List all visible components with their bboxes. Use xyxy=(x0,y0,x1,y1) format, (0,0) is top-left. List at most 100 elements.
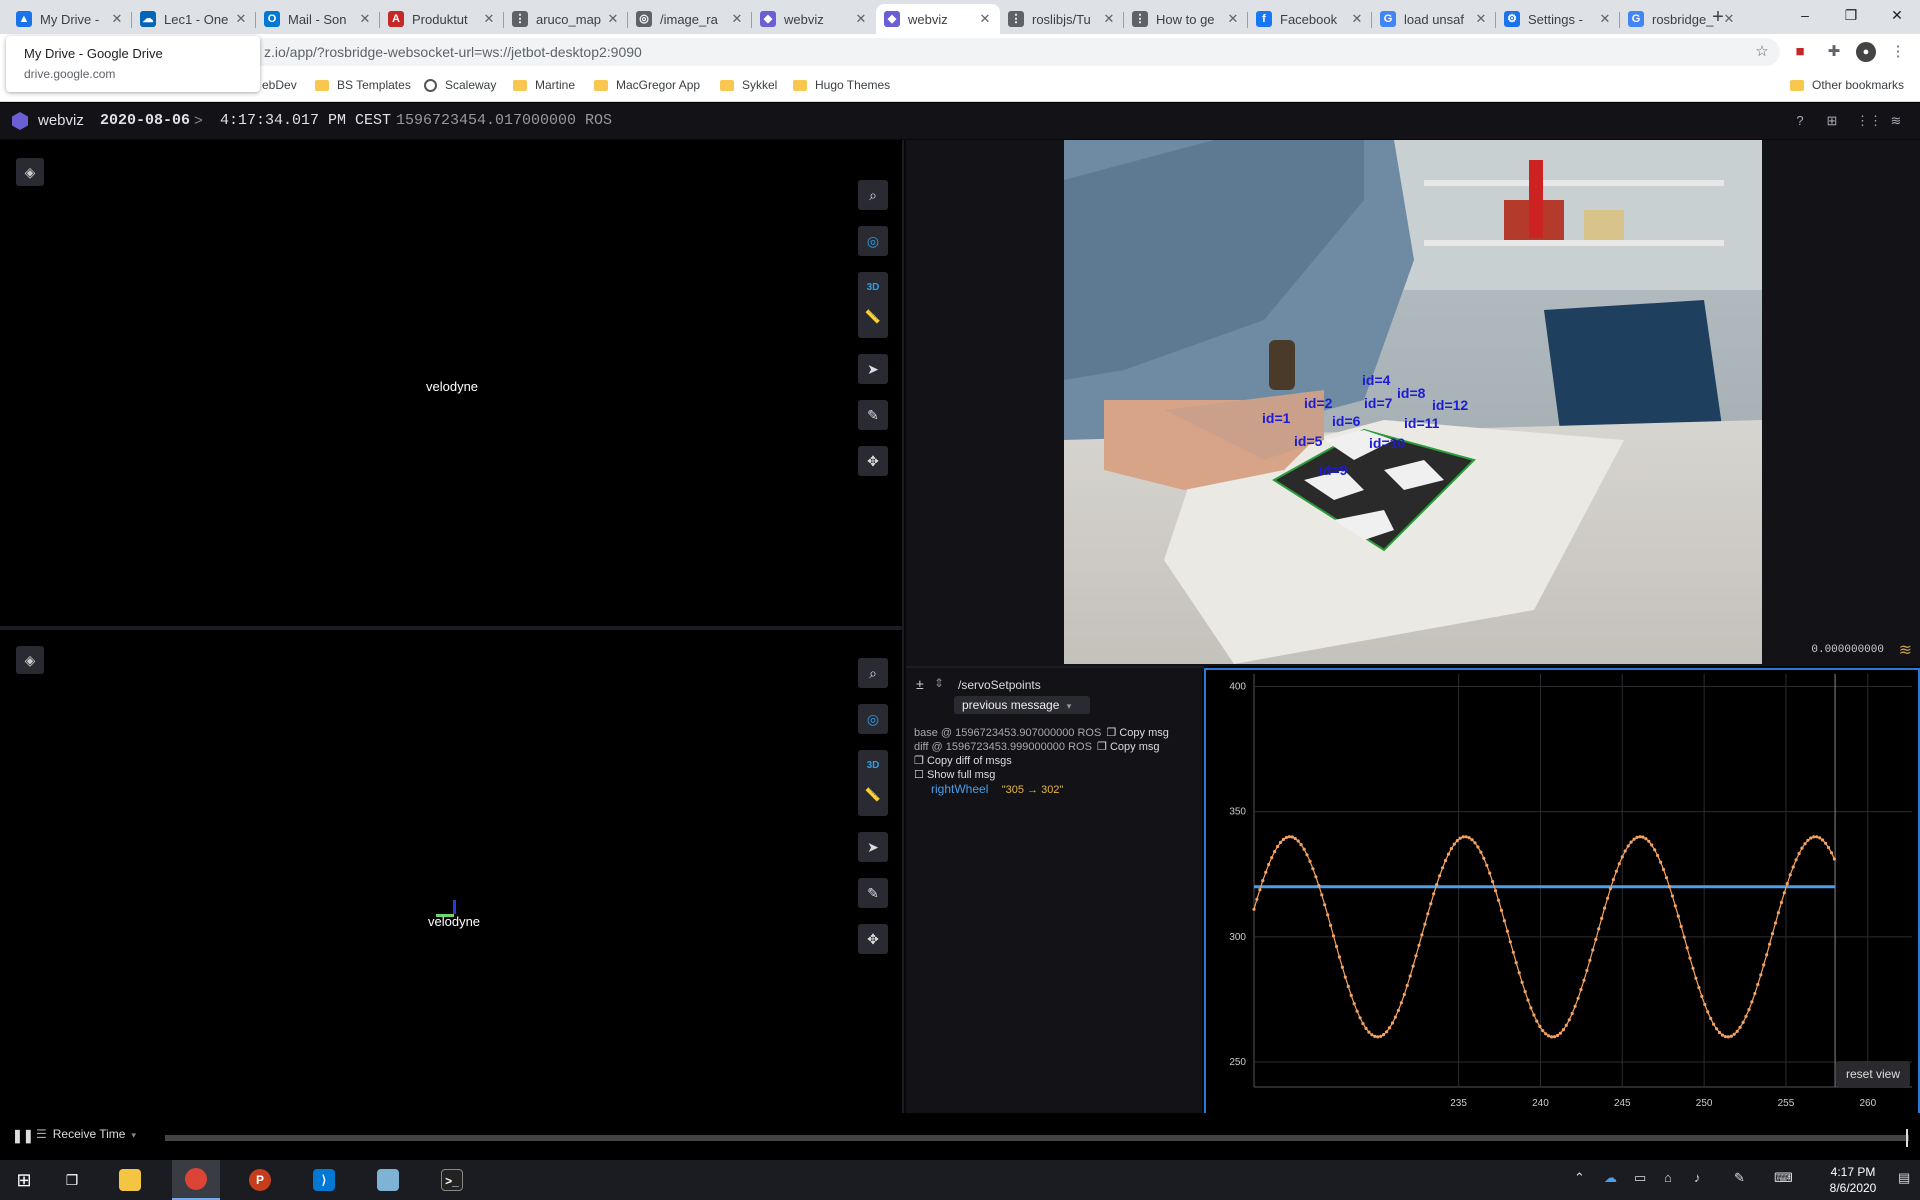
3d-panel-top[interactable]: ◈ velodyne ⌕ ◎ 3D 📏 ➤ ✎ ✥ xyxy=(0,140,904,626)
close-icon[interactable]: ✕ xyxy=(234,11,248,27)
powerpoint-icon[interactable]: P xyxy=(236,1160,284,1200)
chrome-icon[interactable] xyxy=(172,1160,220,1200)
pencil-icon[interactable]: ✎ xyxy=(858,878,888,908)
close-icon[interactable]: ✕ xyxy=(358,11,372,27)
select-cursor-icon[interactable]: ➤ xyxy=(858,832,888,862)
browser-tab[interactable]: O Mail - Son ✕ xyxy=(256,4,380,34)
address-bar[interactable]: z.io/app/?rosbridge-websocket-url=ws://j… xyxy=(250,38,1780,66)
start-icon[interactable]: ⊞ xyxy=(0,1160,48,1200)
onedrive-tray-icon[interactable]: ☁ xyxy=(1604,1170,1617,1186)
copy-diff-of-msgs-button[interactable]: ❐ Copy diff of msgs xyxy=(914,754,1012,767)
close-icon[interactable]: ✕ xyxy=(482,11,496,27)
extension-red-icon[interactable]: ■ xyxy=(1790,42,1810,62)
close-window-icon[interactable]: ✕ xyxy=(1874,0,1920,30)
battery-icon[interactable]: ▭ xyxy=(1634,1170,1646,1186)
keyboard-icon[interactable]: ⌨ xyxy=(1774,1170,1793,1186)
3d-panel-bottom[interactable]: ◈ velodyne ⌕ ◎ 3D 📏 ➤ ✎ ✥ xyxy=(0,630,904,1113)
close-icon[interactable]: ✕ xyxy=(110,11,124,27)
pen-icon[interactable]: ✎ xyxy=(1734,1170,1745,1186)
pencil-icon[interactable]: ✎ xyxy=(858,400,888,430)
bookmark-item[interactable]: BS Templates xyxy=(315,78,411,92)
bookmark-item[interactable]: ebDev xyxy=(262,78,297,92)
copy-diff-button[interactable]: ❐ Copy msg xyxy=(1097,741,1159,753)
close-icon[interactable]: ✕ xyxy=(854,11,868,27)
notification-icon[interactable]: ▤ xyxy=(1898,1170,1910,1186)
pause-icon[interactable]: ❚❚ xyxy=(12,1128,34,1144)
close-icon[interactable]: ✕ xyxy=(730,11,744,27)
expand-collapse-icon[interactable]: ⇕ xyxy=(934,676,944,690)
volume-icon[interactable]: ♪ xyxy=(1694,1170,1701,1185)
taskbar-clock[interactable]: 4:17 PM 8/6/2020 xyxy=(1818,1164,1888,1196)
topic-name[interactable]: /servoSetpoints xyxy=(958,678,1041,692)
close-icon[interactable]: ✕ xyxy=(1102,11,1116,27)
help-icon[interactable]: ? xyxy=(1792,113,1808,129)
bookmark-item[interactable]: Martine xyxy=(513,78,575,92)
browser-menu-icon[interactable]: ⋮ xyxy=(1888,42,1908,62)
browser-tab[interactable]: ⋮ aruco_map ✕ xyxy=(504,4,628,34)
tray-overflow-icon[interactable]: ⌃ xyxy=(1574,1170,1585,1186)
browser-tab[interactable]: ◆ webviz ✕ xyxy=(752,4,876,34)
close-icon[interactable]: ✕ xyxy=(606,11,620,27)
close-icon[interactable]: ✕ xyxy=(1226,11,1240,27)
playback-scrubber[interactable] xyxy=(165,1135,1909,1141)
diff-mode-dropdown[interactable]: previous message ▾ xyxy=(954,696,1090,714)
vscode-icon[interactable]: ⟩ xyxy=(300,1160,348,1200)
extensions-puzzle-icon[interactable]: ✚ xyxy=(1824,42,1844,62)
target-icon[interactable]: ◎ xyxy=(858,704,888,734)
search-icon[interactable]: ⌕ xyxy=(858,658,888,688)
ruler-icon[interactable]: 📏 xyxy=(858,787,888,803)
terminal-icon[interactable]: >_ xyxy=(428,1160,476,1200)
header-time[interactable]: 4:17:34.017 PM CEST xyxy=(220,112,391,129)
other-bookmarks[interactable]: Other bookmarks xyxy=(1790,78,1904,92)
plot-panel[interactable]: 235 240 245 250 255 260 250 300 350 400 reset vie… xyxy=(1204,668,1920,1115)
bookmark-item[interactable]: MacGregor App xyxy=(594,78,700,92)
bookmark-item[interactable]: Hugo Themes xyxy=(793,78,890,92)
target-icon[interactable]: ◎ xyxy=(858,226,888,256)
browser-tab[interactable]: ⋮ roslibjs/Tu ✕ xyxy=(1000,4,1124,34)
ruler-icon[interactable]: 📏 xyxy=(858,309,888,325)
browser-tab[interactable]: ◆ webviz ✕ xyxy=(876,4,1000,34)
reset-view-button[interactable]: reset view xyxy=(1835,1061,1910,1087)
time-mode-dropdown[interactable]: ☰ Receive Time ▾ xyxy=(36,1127,136,1141)
image-menu-icon[interactable]: ≋ xyxy=(1899,640,1912,660)
show-full-msg-checkbox[interactable]: ☐ Show full msg xyxy=(914,768,995,781)
new-tab-button[interactable]: + xyxy=(1706,6,1730,30)
move-icon[interactable]: ✥ xyxy=(858,924,888,954)
3d-mode-toggle[interactable]: 3D 📏 xyxy=(858,272,888,338)
maximize-icon[interactable]: ❐ xyxy=(1828,0,1874,30)
close-icon[interactable]: ✕ xyxy=(1474,11,1488,27)
browser-tab[interactable]: ⚙ Settings - ✕ xyxy=(1496,4,1620,34)
move-icon[interactable]: ✥ xyxy=(858,446,888,476)
notepad-icon[interactable] xyxy=(364,1160,412,1200)
browser-tab[interactable]: A Produktut ✕ xyxy=(380,4,504,34)
layers-icon[interactable]: ◈ xyxy=(16,646,44,674)
close-icon[interactable]: ✕ xyxy=(1598,11,1612,27)
search-icon[interactable]: ⌕ xyxy=(858,180,888,210)
layers-icon[interactable]: ◈ xyxy=(16,158,44,186)
browser-tab[interactable]: ⋮ How to ge ✕ xyxy=(1124,4,1248,34)
browser-tab[interactable]: f Facebook ✕ xyxy=(1248,4,1372,34)
data-sources-icon[interactable]: ≋ xyxy=(1888,113,1904,129)
diff-toggle-icon[interactable]: ± xyxy=(916,676,924,692)
browser-tab[interactable]: ☁ Lec1 - One ✕ xyxy=(132,4,256,34)
bookmark-star-icon[interactable]: ☆ xyxy=(1752,42,1772,62)
minimize-icon[interactable]: – xyxy=(1782,0,1828,30)
close-icon[interactable]: ✕ xyxy=(1350,11,1364,27)
add-panel-icon[interactable]: ⊞ xyxy=(1824,113,1840,129)
3d-mode-toggle[interactable]: 3D 📏 xyxy=(858,750,888,816)
bookmark-item[interactable]: Sykkel xyxy=(720,78,777,92)
layout-grid-icon[interactable]: ⋮⋮ xyxy=(1856,113,1882,129)
select-cursor-icon[interactable]: ➤ xyxy=(858,354,888,384)
task-view-icon[interactable]: ❐ xyxy=(48,1160,96,1200)
profile-avatar[interactable]: ● xyxy=(1856,42,1876,62)
plot-chart[interactable]: 235 240 245 250 255 260 250 300 350 400 xyxy=(1206,670,1918,1113)
bookmark-item[interactable]: Scaleway xyxy=(424,78,496,92)
browser-tab[interactable]: Gload unsaf ✕ xyxy=(1372,4,1496,34)
copy-base-button[interactable]: ❐ Copy msg xyxy=(1106,727,1168,739)
file-explorer-icon[interactable] xyxy=(106,1160,154,1200)
browser-tab[interactable]: ◎ /image_ra ✕ xyxy=(628,4,752,34)
close-icon[interactable]: ✕ xyxy=(978,11,992,27)
playback-handle[interactable] xyxy=(1906,1129,1908,1147)
network-icon[interactable]: ⌂ xyxy=(1664,1170,1672,1185)
browser-tab[interactable]: ▲ My Drive - ✕ xyxy=(8,4,132,34)
